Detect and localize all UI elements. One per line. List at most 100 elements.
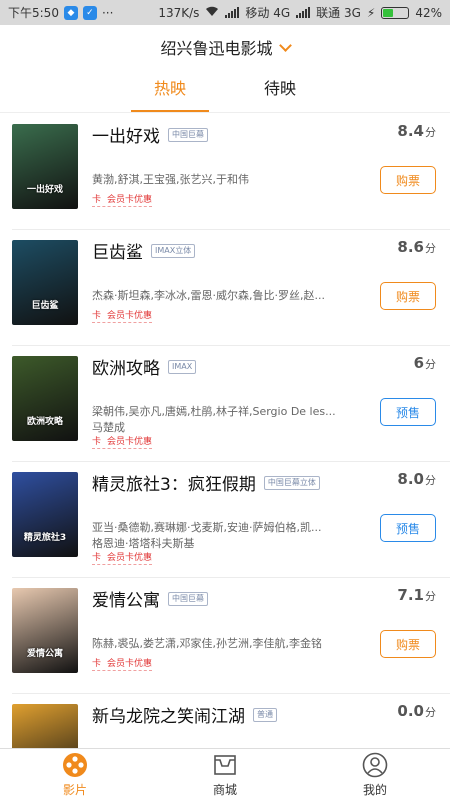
format-badge: IMAX [168,359,197,374]
nav-profile-label: 我的 [362,782,387,797]
promo-text: 会员卡优惠 [107,437,153,447]
score-value: 6 [413,354,424,372]
poster-title: 一出好戏 [26,185,63,195]
movie-item[interactable]: 一出好戏 一出好戏 中国巨幕 8.4分 黄渤,舒淇,王宝强,张艺兴,于和伟 卡 … [12,114,450,230]
poster-title: 欧洲攻略 [26,417,63,427]
movie-score: 8.4分 [397,122,436,140]
member-card-promo: 卡 会员卡优惠 [92,308,153,323]
movie-poster[interactable]: 欧洲攻略 [12,356,78,441]
nav-store[interactable]: 商城 [150,749,300,800]
poster-title: 精灵旅社3 [23,533,67,543]
film-reel-icon [63,752,87,777]
movie-cast: 亚当·桑德勒,赛琳娜·戈麦斯,安迪·萨姆伯格,凯... 格恩迪·塔塔科夫斯基 [92,520,370,552]
movie-title-row: 巨齿鲨 IMAX立体 [92,238,196,263]
nav-profile[interactable]: 我的 [300,749,450,800]
score-unit: 分 [425,706,436,719]
movie-list[interactable]: 一出好戏 一出好戏 中国巨幕 8.4分 黄渤,舒淇,王宝强,张艺兴,于和伟 卡 … [0,114,450,748]
score-unit: 分 [425,242,436,255]
promo-prefix: 卡 [92,553,102,563]
score-value: 8.6 [397,238,424,256]
tab-now-showing[interactable]: 热映 [131,69,209,112]
promo-text: 会员卡优惠 [107,553,153,563]
format-badge: 中国巨幕 [168,591,208,606]
movie-title: 精灵旅社3：疯狂假期 [92,475,256,495]
movie-title: 一出好戏 [92,127,160,147]
status-bar: 下午5:50 ◆ ✓ ··· 137K/s 移动 4G 联通 3G ⚡ 42% [0,0,450,25]
movie-title: 巨齿鲨 [92,243,143,263]
movie-cast: 梁朝伟,吴亦凡,唐嫣,杜鹃,林子祥,Sergio De les... 马楚成 [92,404,370,436]
status-time: 下午5:50 [8,6,59,20]
signal-icon [296,7,311,18]
movie-poster[interactable]: 一出好戏 [12,124,78,209]
member-card-promo: 卡 会员卡优惠 [92,434,153,449]
network-speed: 137K/s [158,5,200,20]
movie-cast: 陈赫,裘弘,娄艺潇,邓家佳,孙艺洲,李佳航,李金铭 [92,636,370,652]
score-value: 8.4 [397,122,424,140]
movie-poster[interactable]: 精灵旅社3 [12,472,78,557]
cast-line: 梁朝伟,吴亦凡,唐嫣,杜鹃,林子祥,Sergio De les... [92,405,336,418]
carrier-2: 联通 3G [316,6,361,20]
movie-cast: 杰森·斯坦森,李冰冰,雷恩·威尔森,鲁比·罗丝,赵... [92,288,370,304]
movie-poster[interactable]: 巨齿鲨 [12,240,78,325]
charging-icon: ⚡ [366,5,376,20]
format-badge: 普通 [253,707,277,722]
cast-line: 黄渤,舒淇,王宝强,张艺兴,于和伟 [92,173,249,186]
promo-prefix: 卡 [92,311,102,321]
movie-title-row: 一出好戏 中国巨幕 [92,122,208,147]
bottom-nav: 影片 商城 我的 [0,748,450,800]
cast-line: 亚当·桑德勒,赛琳娜·戈麦斯,安迪·萨姆伯格,凯... [92,521,322,534]
score-value: 0.0 [397,702,424,720]
movie-title: 新乌龙院之笑闹江湖 [92,707,245,727]
store-icon [214,754,236,775]
more-dots-icon: ··· [101,5,114,20]
movie-item[interactable]: 乌龙院 新乌龙院之笑闹江湖 普通 0.0分 当越狱窃贼，遇上一群顽童 [12,694,450,748]
app-notification-icon: ◆ [63,5,78,20]
movie-item[interactable]: 巨齿鲨 巨齿鲨 IMAX立体 8.6分 杰森·斯坦森,李冰冰,雷恩·威尔森,鲁比… [12,230,450,346]
format-badge: 中国巨幕立体 [263,475,320,490]
movie-score: 0.0分 [397,702,436,720]
score-unit: 分 [425,358,436,371]
cinema-name: 绍兴鲁迅电影城 [160,39,273,58]
app-notification-icon: ✓ [82,5,97,20]
poster-title: 巨齿鲨 [31,301,59,311]
poster-title: 爱情公寓 [26,649,63,659]
score-unit: 分 [425,474,436,487]
promo-prefix: 卡 [92,195,102,205]
nav-films[interactable]: 影片 [0,749,150,800]
movie-item[interactable]: 爱情公寓 爱情公寓 中国巨幕 7.1分 陈赫,裘弘,娄艺潇,邓家佳,孙艺洲,李佳… [12,578,450,694]
promo-text: 会员卡优惠 [107,659,153,669]
battery-percent: 42% [415,5,442,20]
score-unit: 分 [425,590,436,603]
movie-score: 8.0分 [397,470,436,488]
presale-button[interactable]: 预售 [380,514,436,542]
promo-text: 会员卡优惠 [107,311,153,321]
member-card-promo: 卡 会员卡优惠 [92,192,153,207]
score-unit: 分 [425,126,436,139]
chevron-down-icon [278,38,292,52]
carrier-1: 移动 4G [245,6,291,20]
movie-item[interactable]: 精灵旅社3 精灵旅社3：疯狂假期 中国巨幕立体 8.0分 亚当·桑德勒,赛琳娜·… [12,462,450,578]
format-badge: 中国巨幕 [168,127,208,142]
presale-button[interactable]: 预售 [380,398,436,426]
nav-films-label: 影片 [62,782,87,797]
movie-score: 6分 [414,354,436,372]
format-badge: IMAX立体 [151,243,196,258]
promo-text: 会员卡优惠 [107,195,153,205]
cinema-selector[interactable]: 绍兴鲁迅电影城 [0,25,450,69]
movie-title: 欧洲攻略 [92,359,160,379]
buy-ticket-button[interactable]: 购票 [380,166,436,194]
buy-ticket-button[interactable]: 购票 [380,282,436,310]
member-card-promo: 卡 会员卡优惠 [92,550,153,565]
buy-ticket-button[interactable]: 购票 [380,630,436,658]
movie-poster[interactable]: 乌龙院 [12,704,78,748]
promo-prefix: 卡 [92,659,102,669]
signal-icon [225,7,240,18]
movie-title-row: 爱情公寓 中国巨幕 [92,586,208,611]
score-value: 7.1 [397,586,424,604]
battery-icon [381,6,410,19]
tab-coming-soon[interactable]: 待映 [245,69,315,112]
score-value: 8.0 [397,470,424,488]
movie-item[interactable]: 欧洲攻略 欧洲攻略 IMAX 6分 梁朝伟,吴亦凡,唐嫣,杜鹃,林子祥,Serg… [12,346,450,462]
movie-title: 爱情公寓 [92,591,160,611]
movie-poster[interactable]: 爱情公寓 [12,588,78,673]
